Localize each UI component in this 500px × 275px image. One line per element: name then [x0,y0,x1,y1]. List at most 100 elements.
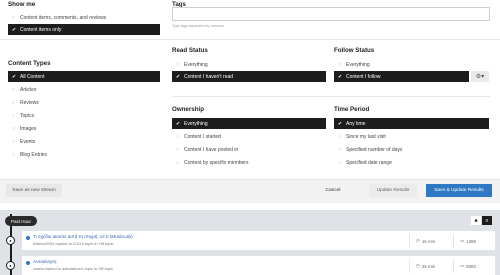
read-status-title: Read Status [172,47,208,54]
time-group-label: Past Hour [5,216,37,226]
option-label: Content I follow [346,73,381,80]
option-label: Articles [20,86,37,93]
ownership-option-everything[interactable]: ✔ Everything [172,118,326,129]
stream-item[interactable]: Αυτοκίνηση czarls replied to astrolabos'… [22,255,495,275]
follow-status-option-everything[interactable]: ○ Everything [334,59,469,70]
content-type-reviews[interactable]: ○ Reviews [8,97,160,108]
clock-icon: ◷ [416,238,420,243]
content-type-images[interactable]: ○ Images [8,123,160,134]
option-label: Everything [346,61,370,68]
option-label: All Content [20,73,45,80]
comment-icon: ● [6,236,15,245]
filter-footer [0,179,500,203]
stream-item-title[interactable]: Τι σχέδιο ακούτε αυτή τη στιγμή; v2.0 (M… [33,234,133,239]
checkmark-icon: ✔ [176,120,181,127]
save-as-new-stream-button[interactable]: Save as new stream [6,184,62,197]
stream-item-replies: ▭ 5082 [453,259,493,273]
ownership-title: Ownership [172,106,204,113]
radio-icon: ○ [338,159,342,166]
radio-icon: ○ [12,14,16,21]
stream-item-subtitle: Athens2004 replied to DJO's topic in Off… [33,241,114,246]
save-and-update-results-button[interactable]: Save & Update Results [426,184,492,197]
unread-dot-icon [26,236,30,240]
ownership-option-specific-members[interactable]: ○ Content by specific members [172,157,326,168]
stream-item-subtitle: czarls replied to astrolabos's topic in … [33,266,114,271]
checkmark-icon: ✔ [12,26,17,33]
follow-options-gear-button[interactable]: ⚙▾ [471,71,489,82]
ownership-option-started[interactable]: ○ Content I started [172,131,326,142]
option-label: Content by specific members [184,159,249,166]
option-label: Blog Entries [20,151,47,158]
expanded-view-icon: ■ [474,217,478,224]
option-label: Reviews [20,99,39,106]
divider [0,39,500,40]
radio-icon: ○ [176,133,180,140]
option-label: Content items, comments, and reviews [20,14,107,21]
radio-icon: ○ [12,86,16,93]
time-period-option-any[interactable]: ✔ Any time [334,118,489,129]
update-results-button[interactable]: Update Results [369,184,417,197]
stream-item-time: ◷ 29 min [409,259,453,273]
time-period-option-last-visit[interactable]: ○ Since my last visit [334,131,489,142]
radio-icon: ○ [338,146,342,153]
content-types-title: Content Types [8,60,51,67]
radio-icon: ○ [176,146,180,153]
ownership-option-posted-in[interactable]: ○ Content I have posted in [172,144,326,155]
checkmark-icon: ✔ [176,73,181,80]
tags-input[interactable] [172,7,490,21]
option-label: Content items only [20,26,62,33]
content-type-topics[interactable]: ○ Topics [8,110,160,121]
show-me-title: Show me [8,1,36,8]
radio-icon: ○ [12,112,16,119]
follow-status-title: Follow Status [334,47,375,54]
divider [172,96,490,97]
checkmark-icon: ✔ [338,73,343,80]
content-type-all[interactable]: ✔ All Content [8,71,160,82]
option-label: Content I haven't read [184,73,234,80]
option-label: Images [20,125,37,132]
comment-count-icon: ▭ [460,263,465,268]
comment-count-icon: ▭ [460,238,465,243]
tags-hint: Type tags separated by commas [172,24,224,28]
option-label: Topics [20,112,35,119]
comment-icon: ● [6,261,15,270]
content-type-articles[interactable]: ○ Articles [8,84,160,95]
radio-icon: ○ [176,159,180,166]
time-label: 29 min [421,263,436,269]
checkmark-icon: ✔ [338,120,343,127]
unread-dot-icon [26,261,30,265]
radio-icon: ○ [12,138,16,145]
replies-count: 5082 [466,263,476,269]
replies-count: 1395 [466,238,476,244]
condensed-view-button[interactable]: ≡ [482,216,492,225]
radio-icon: ○ [12,125,16,132]
radio-icon: ○ [12,99,16,106]
stream-item-title[interactable]: Αυτοκίνηση [33,259,56,264]
option-label: Content I have posted in [184,146,239,153]
show-me-option-all[interactable]: ○ Content items, comments, and reviews [8,12,160,23]
show-me-option-items-only[interactable]: ✔ Content items only [8,24,160,35]
option-label: Since my last visit [346,133,386,140]
content-type-blog-entries[interactable]: ○ Blog Entries [8,149,160,160]
option-label: Specified number of days [346,146,403,153]
expanded-view-button[interactable]: ■ [471,216,481,225]
time-label: 16 min [421,238,436,244]
time-period-option-date-range[interactable]: ○ Specified date range [334,157,489,168]
read-status-option-unread[interactable]: ✔ Content I haven't read [172,71,326,82]
radio-icon: ○ [12,151,16,158]
option-label: Specified date range [346,159,392,166]
checkmark-icon: ✔ [12,73,17,80]
radio-icon: ○ [176,61,180,68]
option-label: Content I started [184,133,221,140]
read-status-option-everything[interactable]: ○ Everything [172,59,326,70]
content-type-events[interactable]: ○ Events [8,136,160,147]
stream-item[interactable]: Τι σχέδιο ακούτε αυτή τη στιγμή; v2.0 (M… [22,230,495,250]
cancel-button[interactable]: Cancel [318,184,348,197]
stream-item-time: ◷ 16 min [409,234,453,248]
radio-icon: ○ [338,61,342,68]
time-period-option-days[interactable]: ○ Specified number of days [334,144,489,155]
follow-status-option-follow[interactable]: ✔ Content I follow [334,71,469,82]
radio-icon: ○ [338,133,342,140]
option-label: Everything [184,61,208,68]
condensed-view-icon: ≡ [485,217,489,224]
